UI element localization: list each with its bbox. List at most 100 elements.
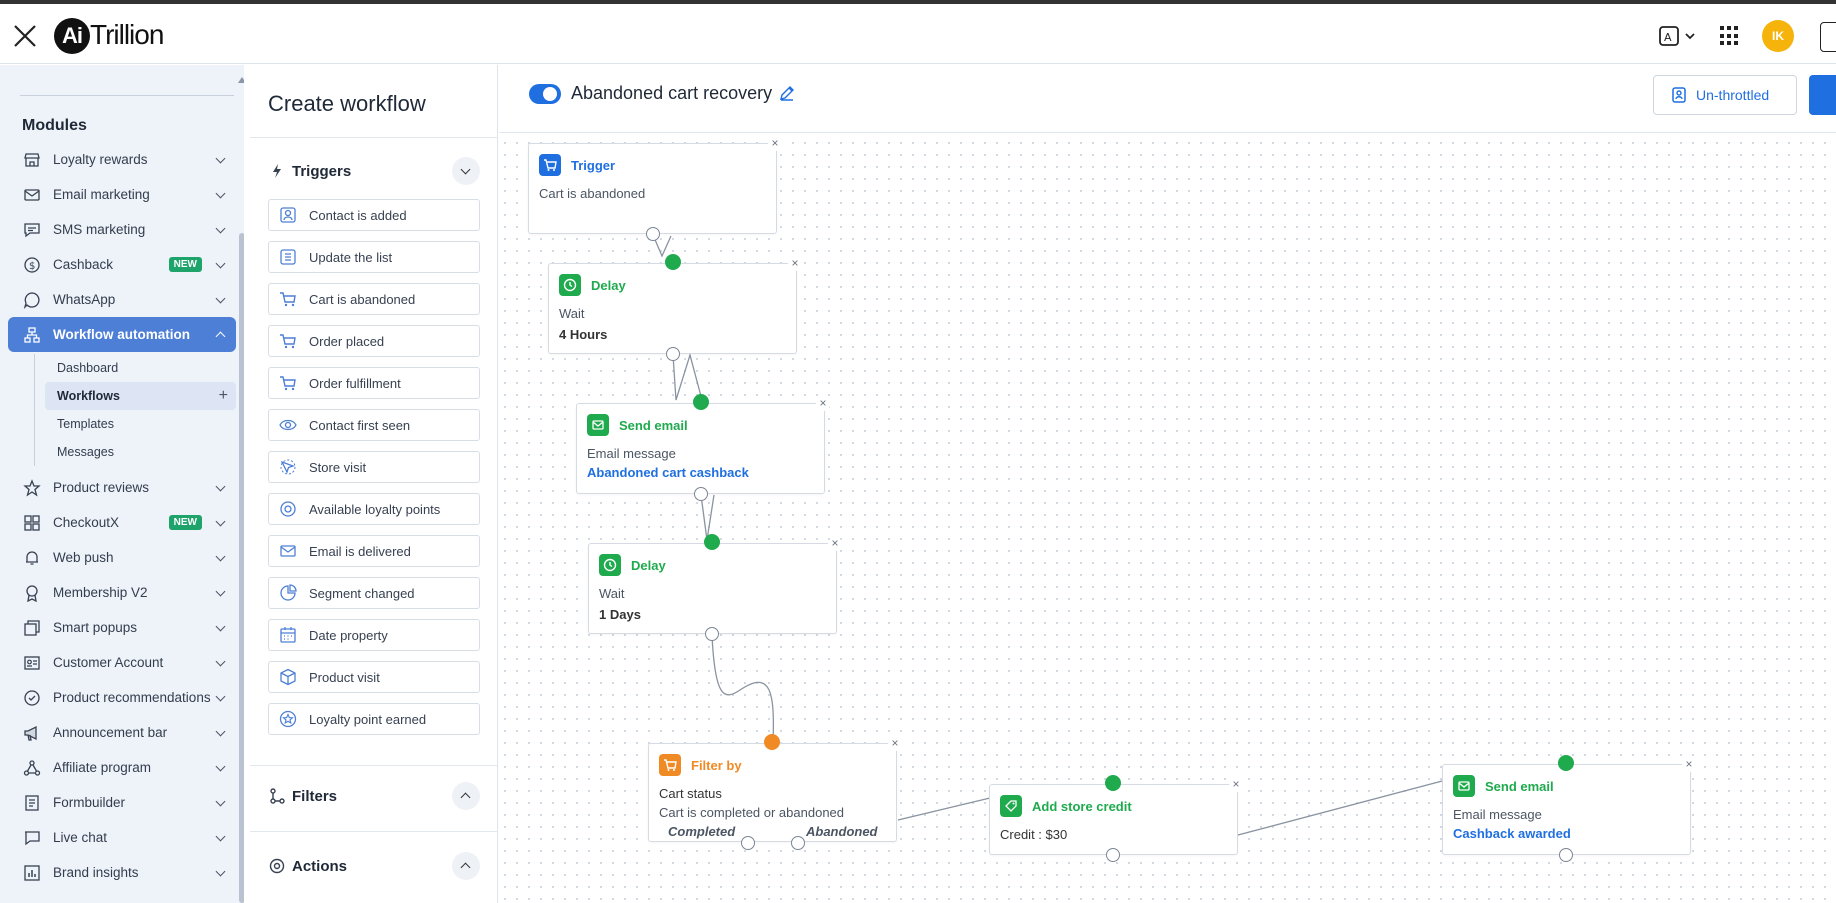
submenu-item-templates[interactable]: Templates: [45, 410, 236, 438]
workflow-enabled-toggle[interactable]: [529, 84, 561, 104]
scroll-up-arrow[interactable]: [238, 77, 244, 83]
trigger-item-contact-is-added[interactable]: Contact is added: [268, 199, 480, 231]
input-port[interactable]: [665, 254, 681, 270]
chevron-down-icon[interactable]: [215, 586, 226, 597]
chevron-down-icon[interactable]: [215, 691, 226, 702]
top-right-button[interactable]: [1820, 22, 1836, 52]
submenu-item-workflows[interactable]: Workflows +: [45, 382, 236, 410]
trigger-item-product-visit[interactable]: Product visit: [268, 661, 480, 693]
output-port-yes[interactable]: [741, 836, 755, 850]
close-icon[interactable]: [12, 23, 38, 49]
output-port[interactable]: [646, 227, 660, 241]
sidebar-item-brand-insights[interactable]: Brand insights: [8, 855, 236, 890]
translate-icon[interactable]: A: [1656, 22, 1700, 52]
sidebar-item-live-chat[interactable]: Live chat: [8, 820, 236, 855]
chevron-down-icon[interactable]: [215, 293, 226, 304]
chevron-down-icon[interactable]: [215, 796, 226, 807]
delay-node[interactable]: Delay Wait 1 Days ×: [588, 537, 842, 634]
sidebar-item-product-recommendations[interactable]: Product recommendations: [8, 680, 236, 715]
edit-icon[interactable]: [778, 84, 796, 102]
sidebar-item-loyalty-rewards[interactable]: Loyalty rewards: [8, 142, 236, 177]
sidebar-item-affiliate-program[interactable]: Affiliate program: [8, 750, 236, 785]
trigger-item-email-is-delivered[interactable]: Email is delivered: [268, 535, 480, 567]
trigger-item-contact-first-seen[interactable]: Contact first seen: [268, 409, 480, 441]
chevron-down-icon[interactable]: [215, 258, 226, 269]
node-remove-button[interactable]: ×: [816, 397, 830, 411]
chevron-down-icon[interactable]: [215, 153, 226, 164]
submenu-item-messages[interactable]: Messages: [45, 438, 236, 466]
chevron-down-icon[interactable]: [215, 726, 226, 737]
input-port[interactable]: [1558, 755, 1574, 771]
trigger-node[interactable]: Trigger Cart is abandoned ×: [528, 137, 782, 234]
chevron-down-icon[interactable]: [215, 516, 226, 527]
chevron-down-icon[interactable]: [215, 223, 226, 234]
submenu-item-dashboard[interactable]: Dashboard: [45, 354, 236, 382]
chevron-down-icon[interactable]: [215, 188, 226, 199]
add-store-credit-node[interactable]: Add store credit Credit : $30 ×: [989, 778, 1243, 855]
sidebar-item-formbuilder[interactable]: Formbuilder: [8, 785, 236, 820]
input-port[interactable]: [764, 734, 780, 750]
trigger-item-store-visit[interactable]: Store visit: [268, 451, 480, 483]
node-remove-button[interactable]: ×: [1682, 758, 1696, 772]
input-port[interactable]: [1105, 775, 1121, 791]
add-workflow-icon[interactable]: +: [219, 382, 228, 410]
output-port[interactable]: [666, 347, 680, 361]
output-port-no[interactable]: [791, 836, 805, 850]
chevron-down-icon[interactable]: [215, 551, 226, 562]
unthrottled-button[interactable]: Un-throttled: [1653, 75, 1797, 115]
chevron-down-icon[interactable]: [215, 761, 226, 772]
sidebar-item-smart-popups[interactable]: Smart popups: [8, 610, 236, 645]
trigger-item-date-property[interactable]: Date property: [268, 619, 480, 651]
chevron-up-icon[interactable]: [215, 331, 226, 342]
send-email-node[interactable]: Send email Email message Abandoned cart …: [576, 397, 830, 494]
node-remove-button[interactable]: ×: [1229, 778, 1243, 792]
filters-header[interactable]: Filters: [268, 782, 337, 810]
trigger-item-update-the-list[interactable]: Update the list: [268, 241, 480, 273]
chevron-down-icon[interactable]: [215, 831, 226, 842]
node-remove-button[interactable]: ×: [788, 257, 802, 271]
node-remove-button[interactable]: ×: [888, 737, 902, 751]
sidebar-item-email-marketing[interactable]: Email marketing: [8, 177, 236, 212]
apps-grid-icon[interactable]: [1720, 26, 1740, 46]
triggers-toggle[interactable]: [452, 157, 480, 185]
input-port[interactable]: [693, 394, 709, 410]
sidebar-item-checkoutx[interactable]: CheckoutX NEW: [8, 505, 236, 540]
sidebar-item-announcement-bar[interactable]: Announcement bar: [8, 715, 236, 750]
output-port[interactable]: [694, 487, 708, 501]
node-remove-button[interactable]: ×: [768, 137, 782, 151]
sidebar-item-cashback[interactable]: $ Cashback NEW: [8, 247, 236, 282]
actions-header[interactable]: Actions: [268, 852, 347, 880]
trigger-item-order-placed[interactable]: Order placed: [268, 325, 480, 357]
avatar[interactable]: IK: [1762, 20, 1794, 52]
trigger-item-order-fulfillment[interactable]: Order fulfillment: [268, 367, 480, 399]
filters-toggle[interactable]: [452, 782, 480, 810]
chevron-down-icon[interactable]: [215, 866, 226, 877]
input-port[interactable]: [704, 534, 720, 550]
triggers-header[interactable]: Triggers: [268, 157, 351, 185]
chevron-down-icon[interactable]: [215, 481, 226, 492]
actions-toggle[interactable]: [452, 852, 480, 880]
sidebar-item-whatsapp[interactable]: WhatsApp: [8, 282, 236, 317]
chevron-down-icon[interactable]: [215, 656, 226, 667]
email-template-link[interactable]: Abandoned cart cashback: [587, 465, 749, 480]
node-remove-button[interactable]: ×: [828, 537, 842, 551]
delay-node[interactable]: Delay Wait 4 Hours ×: [548, 257, 802, 354]
sidebar-item-web-push[interactable]: Web push: [8, 540, 236, 575]
sidebar-item-membership-v2[interactable]: Membership V2: [8, 575, 236, 610]
output-port[interactable]: [1106, 848, 1120, 862]
send-email-node[interactable]: Send email Email message Cashback awarde…: [1442, 758, 1696, 855]
trigger-item-segment-changed[interactable]: Segment changed: [268, 577, 480, 609]
trigger-item-cart-is-abandoned[interactable]: Cart is abandoned: [268, 283, 480, 315]
sidebar-item-workflow-automation[interactable]: Workflow automation: [8, 317, 236, 352]
email-template-link[interactable]: Cashback awarded: [1453, 826, 1571, 841]
save-button[interactable]: [1809, 75, 1836, 115]
sidebar-item-customer-account[interactable]: Customer Account: [8, 645, 236, 680]
output-port[interactable]: [1559, 848, 1573, 862]
trigger-item-loyalty-point-earned[interactable]: Loyalty point earned: [268, 703, 480, 735]
sidebar-item-product-reviews[interactable]: Product reviews: [8, 470, 236, 505]
chevron-down-icon[interactable]: [215, 621, 226, 632]
sidebar-scrollbar[interactable]: [239, 233, 244, 903]
sidebar-item-sms-marketing[interactable]: SMS marketing: [8, 212, 236, 247]
output-port[interactable]: [705, 627, 719, 641]
trigger-item-available-loyalty-points[interactable]: Available loyalty points: [268, 493, 480, 525]
